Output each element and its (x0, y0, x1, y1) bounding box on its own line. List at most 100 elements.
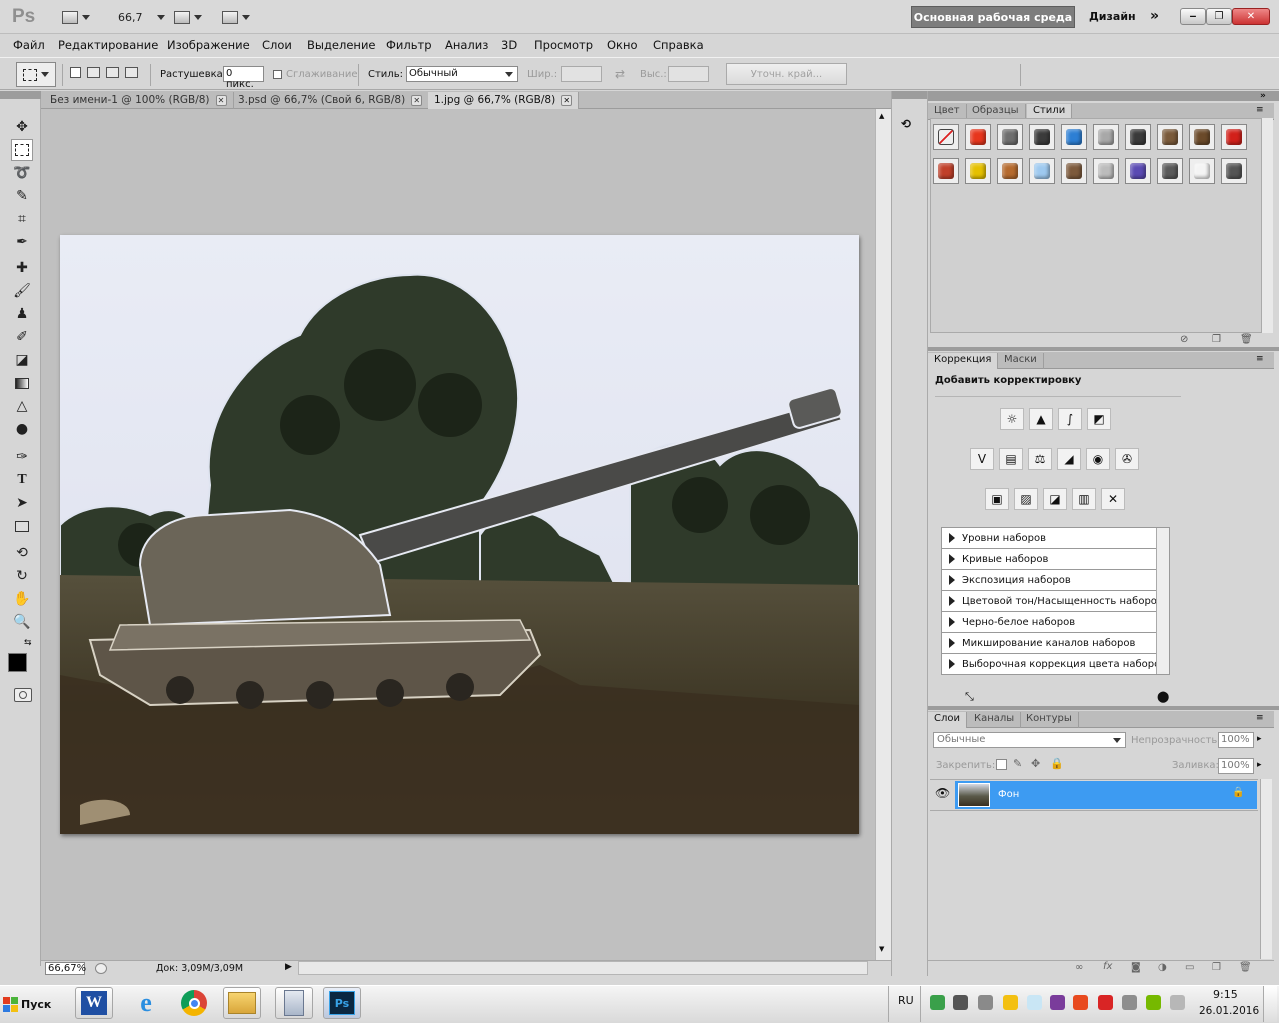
3d-rotate-tool-icon[interactable]: ⟲ (11, 542, 33, 564)
panel-menu-icon[interactable]: ≡ (1256, 713, 1264, 723)
clone-stamp-tool-icon[interactable]: ♟ (11, 303, 33, 325)
channel-mixer-icon[interactable]: ✇ (1115, 448, 1139, 470)
style-swatch[interactable] (965, 124, 991, 150)
refine-edge-button[interactable]: Уточн. край... (726, 63, 847, 85)
new-style-icon[interactable]: ❐ (1212, 334, 1221, 345)
style-swatch[interactable] (965, 158, 991, 184)
exposure-icon[interactable]: ◩ (1087, 408, 1111, 430)
menu-view[interactable]: Просмотр (534, 38, 593, 52)
opacity-arrow-icon[interactable]: ▸ (1257, 734, 1262, 744)
blur-tool-icon[interactable]: △ (11, 395, 33, 417)
layers-scrollbar[interactable] (1260, 779, 1272, 959)
vibrance-icon[interactable]: V (970, 448, 994, 470)
menu-layers[interactable]: Слои (262, 38, 292, 52)
panels-header[interactable] (928, 91, 1279, 101)
tab-3-psd[interactable]: 3.psd @ 66,7% (Свой 6, RGB/8) ✕ (232, 92, 430, 109)
preset-selective-color[interactable]: Выборочная коррекция цвета наборов (942, 654, 1166, 675)
panel-menu-icon[interactable]: ≡ (1256, 105, 1264, 115)
preset-hue-saturation[interactable]: Цветовой тон/Насыщенность наборов (942, 591, 1163, 612)
tray-notification-icon[interactable] (1003, 995, 1018, 1010)
quick-mask-icon[interactable] (14, 688, 32, 702)
minimize-button[interactable]: ‒ (1180, 8, 1206, 25)
tab-untitled-1[interactable]: Без имени-1 @ 100% (RGB/8) ✕ (44, 92, 234, 109)
workspace-more-button[interactable]: » (1150, 8, 1159, 24)
crop-tool-icon[interactable]: ⌗ (11, 208, 33, 230)
tools-panel-header[interactable] (0, 91, 41, 99)
tab-layers[interactable]: Слои (928, 712, 967, 728)
status-menu-arrow-icon[interactable]: ▶ (285, 962, 292, 972)
clock-date[interactable]: 26.01.2016 (1199, 1005, 1259, 1017)
posterize-icon[interactable]: ▨ (1014, 488, 1038, 510)
healing-brush-tool-icon[interactable]: ✚ (11, 257, 33, 279)
menu-image[interactable]: Изображение (167, 38, 250, 52)
menu-window[interactable]: Окно (607, 38, 638, 52)
input-language[interactable]: RU (898, 994, 914, 1007)
style-swatch[interactable] (933, 124, 959, 150)
subtract-selection-icon[interactable] (106, 67, 119, 78)
presets-scrollbar[interactable] (1156, 528, 1169, 674)
tab-paths[interactable]: Контуры (1020, 712, 1079, 728)
style-select[interactable]: Обычный (406, 66, 518, 82)
style-swatch[interactable] (997, 158, 1023, 184)
style-swatch[interactable] (1221, 158, 1247, 184)
selective-color-icon[interactable]: ✕ (1101, 488, 1125, 510)
threshold-icon[interactable]: ◪ (1043, 488, 1067, 510)
canvas-horizontal-scrollbar[interactable] (298, 961, 868, 975)
menu-file[interactable]: Файл (13, 38, 45, 52)
style-swatch[interactable] (1061, 158, 1087, 184)
fill-input[interactable]: 100% (1218, 758, 1254, 774)
link-layers-icon[interactable]: ∞ (1075, 962, 1083, 973)
black-white-icon[interactable]: ◢ (1057, 448, 1081, 470)
menu-select[interactable]: Выделение (307, 38, 376, 52)
menu-help[interactable]: Справка (653, 38, 704, 52)
maximize-button[interactable]: ❐ (1206, 8, 1232, 25)
tray-onenote-icon[interactable] (1050, 995, 1065, 1010)
history-panel-icon[interactable]: ⟲ (901, 117, 919, 135)
tray-device-icon[interactable] (1122, 995, 1137, 1010)
color-balance-icon[interactable]: ⚖ (1028, 448, 1052, 470)
preset-black-white[interactable]: Черно-белое наборов (942, 612, 1156, 633)
new-layer-icon[interactable]: ❐ (1212, 962, 1221, 973)
style-swatch[interactable] (1125, 124, 1151, 150)
styles-scrollbar[interactable] (1261, 118, 1273, 333)
brightness-icon[interactable]: ☼ (1000, 408, 1024, 430)
lasso-tool-icon[interactable]: ➰ (11, 162, 33, 184)
clear-style-icon[interactable]: ⊘ (1180, 334, 1188, 345)
taskbar-word[interactable]: W (75, 987, 113, 1019)
launch-bridge-button[interactable] (62, 8, 90, 26)
brush-tool-icon[interactable]: 🖌 (11, 280, 33, 302)
close-button[interactable]: ✕ (1232, 8, 1270, 25)
layer-name[interactable]: Фон (998, 789, 1019, 800)
history-brush-tool-icon[interactable]: ✐ (11, 326, 33, 348)
tray-language-icon[interactable] (1027, 995, 1042, 1010)
height-input[interactable] (668, 66, 709, 82)
workspace-essentials-button[interactable]: Основная рабочая среда (911, 6, 1075, 28)
style-swatch[interactable] (1189, 158, 1215, 184)
taskbar-explorer[interactable] (223, 987, 261, 1019)
close-icon[interactable]: ✕ (215, 94, 227, 106)
scroll-up-icon[interactable]: ▲ (879, 112, 884, 120)
new-group-icon[interactable]: ▭ (1185, 962, 1194, 973)
gradient-tool-icon[interactable] (11, 372, 33, 394)
curves-icon[interactable]: ∫ (1058, 408, 1082, 430)
style-swatch[interactable] (1061, 124, 1087, 150)
swap-dimensions-icon[interactable]: ⇄ (615, 67, 625, 81)
taskbar-calculator[interactable] (275, 987, 313, 1019)
tab-adjustments[interactable]: Коррекция (928, 353, 999, 369)
layer-style-icon[interactable]: fx (1103, 961, 1112, 972)
close-icon[interactable]: ✕ (561, 94, 573, 106)
photo-filter-icon[interactable]: ◉ (1086, 448, 1110, 470)
preset-channel-mixer[interactable]: Микширование каналов наборов (942, 633, 1156, 654)
tray-shield-icon[interactable] (978, 995, 993, 1010)
new-adjustment-layer-icon[interactable]: ◑ (1158, 962, 1167, 973)
tab-channels[interactable]: Каналы (968, 712, 1022, 728)
style-swatch[interactable] (1189, 124, 1215, 150)
style-swatch[interactable] (933, 158, 959, 184)
style-swatch[interactable] (1093, 158, 1119, 184)
status-zoom-input[interactable]: 66,67% (45, 962, 86, 975)
lock-transparency-icon[interactable] (996, 759, 1007, 770)
menu-filter[interactable]: Фильтр (386, 38, 432, 52)
foreground-color-swatch[interactable] (8, 653, 27, 672)
expand-view-icon[interactable]: ⤡ (965, 690, 974, 704)
tab-masks[interactable]: Маски (998, 353, 1044, 369)
